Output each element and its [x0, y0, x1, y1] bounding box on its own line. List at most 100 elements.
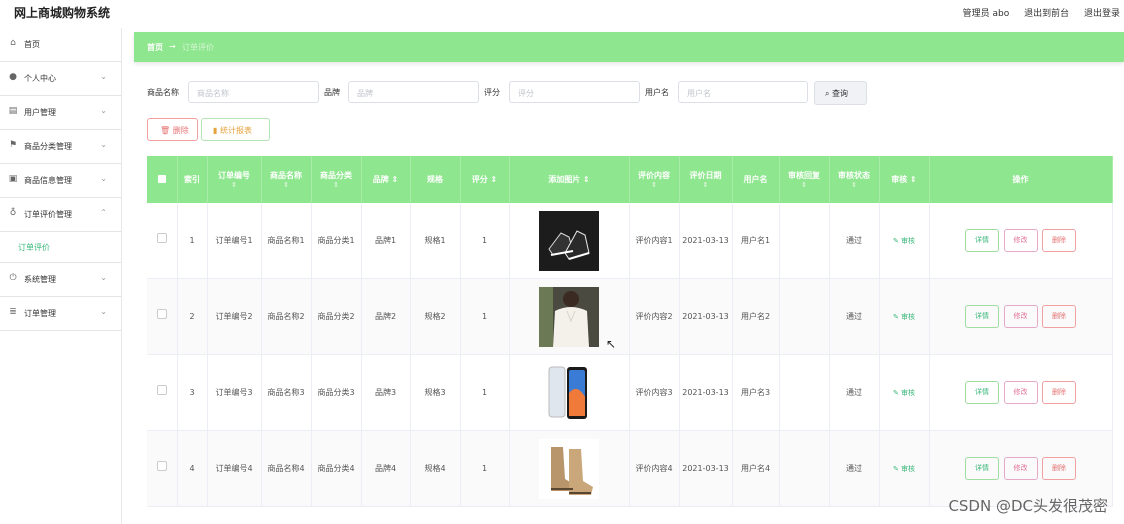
- sort-icon: ⇕: [910, 175, 917, 184]
- cell-date: 2021-03-13: [679, 430, 733, 507]
- cell-user: 用户名1: [732, 203, 780, 279]
- detail-button[interactable]: 详情: [964, 381, 999, 404]
- to-front-link[interactable]: 退出到前台: [1024, 9, 1069, 19]
- sidebar-item-home[interactable]: ⌂ 首页: [0, 28, 121, 62]
- sidebar-item-label: 商品分类管理: [24, 142, 72, 151]
- mic-icon: ♁: [9, 208, 17, 218]
- product-image-phone: [539, 362, 599, 423]
- breadcrumb-home[interactable]: 首页: [147, 42, 163, 53]
- search-icon: ⌕: [825, 89, 830, 98]
- cell-category: 商品分类3: [311, 354, 362, 431]
- column-header[interactable]: 商品名称 ⇕: [261, 156, 312, 203]
- trash-icon: 🗑: [160, 126, 171, 135]
- column-header[interactable]: 添加图片 ⇕: [509, 156, 630, 203]
- column-header[interactable]: 用户名: [732, 156, 780, 203]
- chevron-down-icon: ⌄: [100, 106, 107, 115]
- audit-link[interactable]: ✎ 审核: [879, 430, 930, 507]
- edit-button[interactable]: 修改: [1003, 229, 1038, 252]
- sidebar-item-review[interactable]: ♁ 订单评价管理 ⌃: [0, 198, 121, 232]
- edit-button[interactable]: 修改: [1003, 381, 1038, 404]
- table-row: 3 订单编号3 商品名称3 商品分类3 品牌3 规格3 1 评价内容3 2021…: [147, 354, 1113, 431]
- delete-button-label: 删除: [172, 126, 189, 135]
- column-header[interactable]: 索引: [177, 156, 208, 203]
- cell-date: 2021-03-13: [679, 278, 733, 355]
- cell-spec: 规格4: [410, 430, 461, 507]
- delete-button[interactable]: 删除: [1042, 457, 1077, 480]
- cell-order: 订单编号2: [207, 278, 262, 355]
- delete-button[interactable]: 删除: [1042, 229, 1077, 252]
- select-all-checkbox[interactable]: [147, 156, 178, 203]
- top-links: 管理员 abo 退出到前台 退出登录: [951, 6, 1120, 19]
- stats-report-button[interactable]: ▮ 统计报表: [201, 118, 270, 141]
- score-input[interactable]: 评分: [509, 81, 640, 103]
- column-header[interactable]: 商品分类 ⇕: [311, 156, 362, 203]
- sidebar-item-label: 用户管理: [24, 108, 56, 117]
- breadcrumb: 首页 → 订单评价: [134, 32, 1124, 62]
- cell-brand: 品牌4: [361, 430, 411, 507]
- detail-button[interactable]: 详情: [964, 229, 999, 252]
- column-header[interactable]: 品牌 ⇕: [361, 156, 411, 203]
- detail-button[interactable]: 详情: [964, 457, 999, 480]
- delete-button[interactable]: 删除: [1042, 381, 1077, 404]
- row-checkbox[interactable]: [147, 278, 178, 355]
- column-header[interactable]: 规格: [410, 156, 461, 203]
- cell-index: 2: [177, 278, 208, 355]
- chevron-down-icon: ⌄: [100, 174, 107, 183]
- column-header[interactable]: 订单编号 ⇕: [207, 156, 262, 203]
- batch-delete-button[interactable]: 🗑 删除: [147, 118, 198, 141]
- info-icon: ▣: [8, 174, 18, 184]
- cell-operations: 详情 修改 删除: [929, 278, 1113, 355]
- column-header[interactable]: 审核回复 ⇕: [779, 156, 830, 203]
- product-name-label: 商品名称: [147, 88, 179, 97]
- column-header[interactable]: 评价日期 ⇕: [679, 156, 733, 203]
- edit-button[interactable]: 修改: [1003, 305, 1038, 328]
- chevron-down-icon: ⌄: [100, 140, 107, 149]
- cell-brand: 品牌2: [361, 278, 411, 355]
- row-checkbox[interactable]: [147, 430, 178, 507]
- edit-button[interactable]: 修改: [1003, 457, 1038, 480]
- audit-link[interactable]: ✎ 审核: [879, 278, 930, 355]
- sidebar-item-category[interactable]: ⚑ 商品分类管理 ⌄: [0, 130, 121, 164]
- sidebar: ⌂ 首页 ● 个人中心 ⌄ ▤ 用户管理 ⌄ ⚑ 商品分类管理 ⌄ ▣ 商品信息…: [0, 28, 122, 524]
- sort-icon: ⇕: [490, 175, 498, 184]
- flag-icon: ⚑: [8, 140, 18, 150]
- sidebar-item-product[interactable]: ▣ 商品信息管理 ⌄: [0, 164, 121, 198]
- detail-button[interactable]: 详情: [964, 305, 999, 328]
- cell-name: 商品名称2: [261, 278, 312, 355]
- cell-reply: [779, 430, 830, 507]
- power-icon: ⏻: [9, 273, 17, 283]
- chevron-down-icon: ⌄: [100, 273, 107, 282]
- audit-link[interactable]: ✎ 审核: [879, 203, 930, 279]
- cell-name: 商品名称4: [261, 430, 312, 507]
- sidebar-item-personal[interactable]: ● 个人中心 ⌄: [0, 62, 121, 96]
- logout-link[interactable]: 退出登录: [1084, 9, 1120, 19]
- column-header[interactable]: 评分 ⇕: [460, 156, 510, 203]
- username-input[interactable]: 用户名: [678, 81, 808, 103]
- brand-input[interactable]: 品牌: [348, 81, 479, 103]
- sidebar-item-label: 商品信息管理: [24, 176, 72, 185]
- home-icon: ⌂: [10, 38, 16, 48]
- product-name-input[interactable]: 商品名称: [188, 81, 319, 103]
- cell-user: 用户名3: [732, 354, 780, 431]
- delete-button[interactable]: 删除: [1042, 305, 1077, 328]
- column-header[interactable]: 审核状态 ⇕: [829, 156, 880, 203]
- sidebar-subitem-review[interactable]: 订单评价: [0, 232, 121, 263]
- table-row: 2 订单编号2 商品名称2 商品分类2 品牌2 规格2 1 评价内容2 2021…: [147, 278, 1113, 355]
- user-icon: ●: [9, 72, 17, 82]
- stats-button-label: 统计报表: [219, 126, 252, 135]
- sidebar-item-users[interactable]: ▤ 用户管理 ⌄: [0, 96, 121, 130]
- cell-user: 用户名2: [732, 278, 780, 355]
- column-header[interactable]: 评价内容 ⇕: [629, 156, 680, 203]
- cell-date: 2021-03-13: [679, 203, 733, 279]
- arrow-right-icon: →: [169, 42, 176, 51]
- query-button[interactable]: ⌕ 查询: [814, 81, 867, 105]
- column-header[interactable]: 审核 ⇕: [879, 156, 930, 203]
- row-checkbox[interactable]: [147, 203, 178, 279]
- cell-operations: 详情 修改 删除: [929, 203, 1113, 279]
- sort-icon: ⇕: [851, 181, 857, 189]
- cell-content: 评价内容3: [629, 354, 680, 431]
- audit-link[interactable]: ✎ 审核: [879, 354, 930, 431]
- row-checkbox[interactable]: [147, 354, 178, 431]
- sidebar-item-system[interactable]: ⏻ 系统管理 ⌄: [0, 263, 121, 297]
- sidebar-item-orders[interactable]: ≣ 订单管理 ⌄: [0, 297, 121, 331]
